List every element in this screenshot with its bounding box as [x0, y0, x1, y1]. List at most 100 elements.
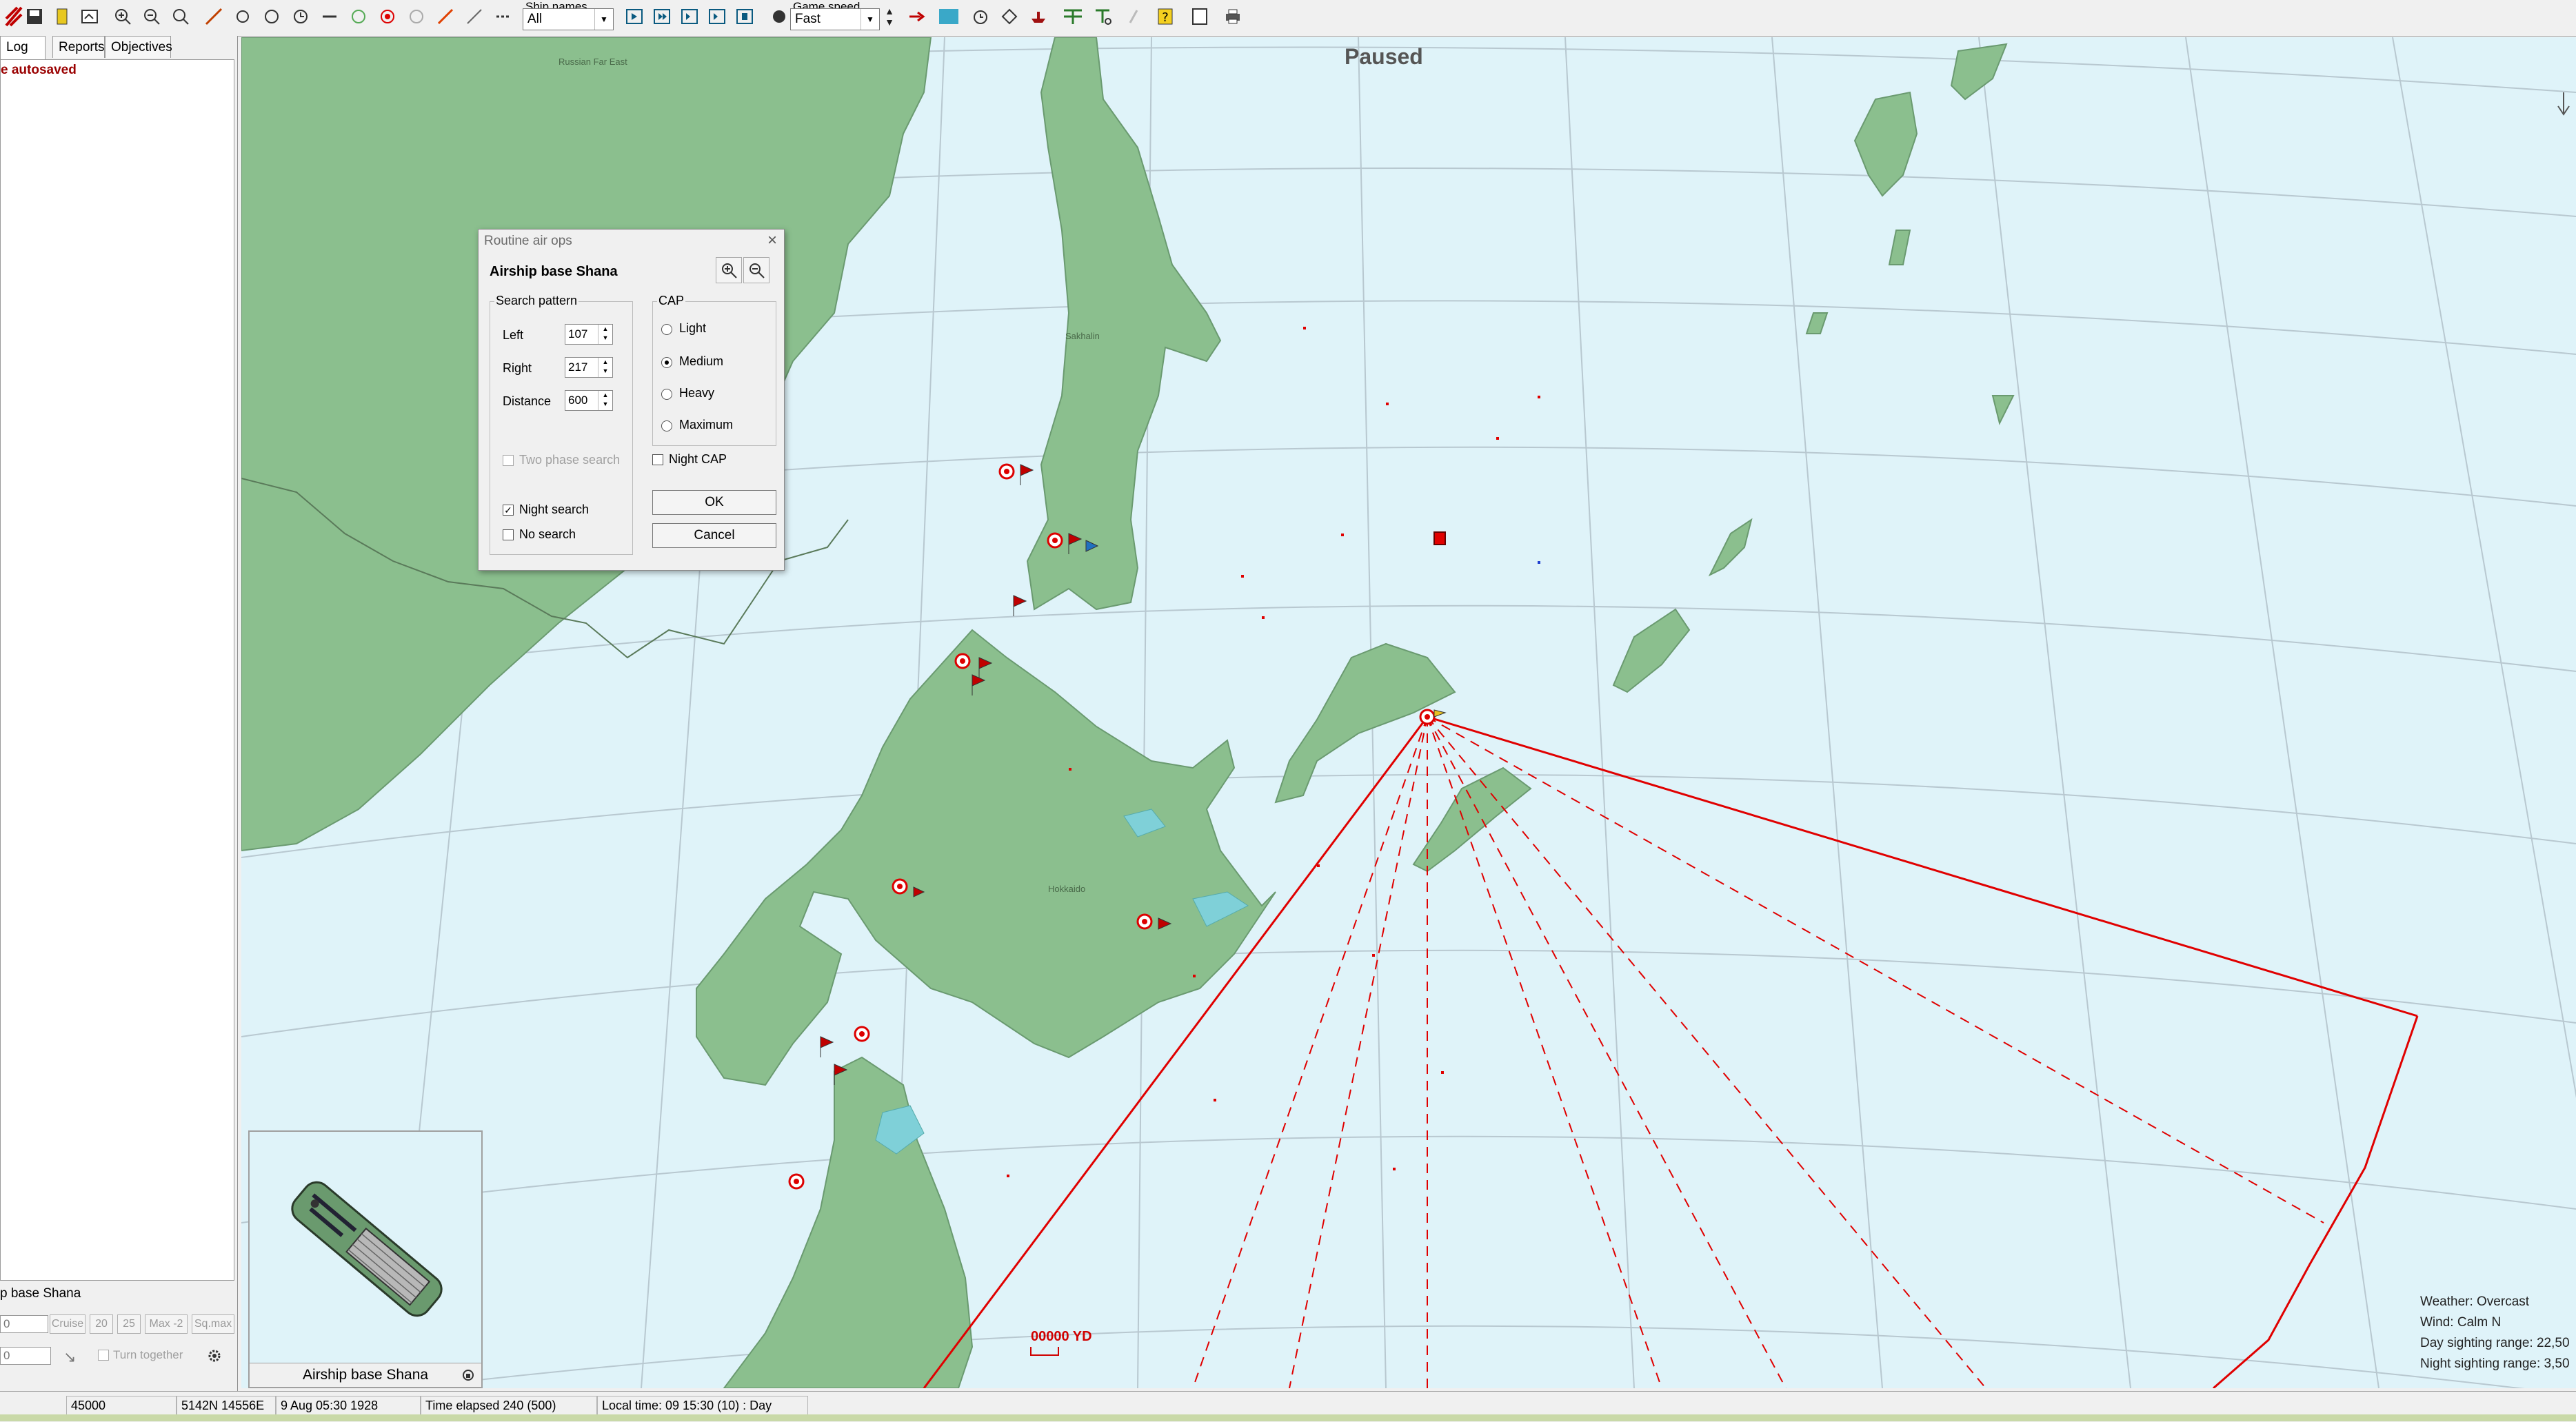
sea-view-icon[interactable] [935, 3, 963, 30]
speed-20-button[interactable]: 20 [90, 1314, 113, 1334]
zoom-out-button[interactable] [743, 257, 769, 283]
lock-icon[interactable] [459, 1366, 477, 1384]
cancel-button[interactable]: Cancel [652, 523, 776, 548]
play-4-icon[interactable] [731, 3, 758, 30]
max-speed-button[interactable]: Max -2 [145, 1314, 188, 1334]
status-date: 9 Aug 05:30 1928 [276, 1396, 421, 1415]
formation-settings-icon[interactable] [1089, 3, 1117, 30]
fleet-icon[interactable] [229, 3, 256, 30]
grey-circle-icon[interactable] [403, 3, 430, 30]
search-pattern-label: Search pattern [494, 294, 579, 308]
gear-icon[interactable] [204, 1345, 225, 1366]
tab-reports[interactable]: Reports [52, 36, 105, 58]
play-1-icon[interactable] [648, 3, 676, 30]
right-angle-input[interactable]: 217 ▲ ▼ [565, 357, 613, 378]
tab-log[interactable]: Log [0, 36, 46, 60]
save-icon[interactable] [21, 3, 48, 30]
status-elapsed: Time elapsed 240 (500) [421, 1396, 597, 1415]
printer-icon[interactable] [1219, 3, 1247, 30]
log-entry: e autosaved [1, 63, 77, 77]
weather-info: Weather: Overcast Wind: Calm N Day sight… [2420, 1292, 2570, 1374]
log-area[interactable]: e autosaved [0, 59, 234, 1281]
night-sighting-line: Night sighting range: 3,50 [2420, 1357, 2570, 1371]
clock-icon[interactable] [287, 3, 314, 30]
status-coords: 5142N 14556E [177, 1396, 276, 1415]
zoom-fit-icon[interactable] [167, 3, 194, 30]
left-angle-input[interactable]: 107 ▲ ▼ [565, 324, 613, 345]
play-2-icon[interactable] [676, 3, 703, 30]
search-pattern-group: Search pattern Left 107 ▲ ▼ Right 217 ▲ ▼ Di… [490, 294, 633, 555]
distance-input[interactable]: 600 ▲ ▼ [565, 390, 613, 411]
tab-objectives[interactable]: Objectives [105, 36, 172, 58]
dialog-title: Routine air ops [484, 234, 572, 248]
range-circle-icon[interactable] [258, 3, 285, 30]
ok-button[interactable]: OK [652, 490, 776, 515]
red-line-icon[interactable] [432, 3, 459, 30]
print-preview-icon[interactable] [76, 3, 103, 30]
ship-names-select[interactable]: All ▼ [523, 8, 614, 30]
target-icon[interactable] [374, 3, 401, 30]
game-speed-select[interactable]: Fast ▼ [790, 8, 880, 30]
dashed-line-icon[interactable] [490, 3, 517, 30]
speed-spinner-icon[interactable]: ▲ ▼ [880, 3, 899, 30]
disabled-tool-icon[interactable] [1120, 3, 1147, 30]
day-sighting-line: Day sighting range: 22,50 [2420, 1336, 2570, 1350]
night-cap-label: Night CAP [669, 452, 727, 466]
night-cap-checkbox[interactable] [652, 454, 663, 465]
chevron-down-icon: ▼ [861, 9, 879, 30]
play-step-icon[interactable] [621, 3, 648, 30]
zoom-out-icon[interactable] [138, 3, 165, 30]
game-speed-value: Fast [795, 12, 821, 26]
cap-maximum-label: Maximum [679, 418, 734, 431]
cap-heavy-label: Heavy [679, 386, 715, 400]
scale-bar [1030, 1347, 1059, 1356]
diamond-icon[interactable] [996, 3, 1023, 30]
arrow-right-icon[interactable] [903, 3, 931, 30]
speed-input[interactable]: 0 [0, 1315, 48, 1333]
speed-25-button[interactable]: 25 [117, 1314, 141, 1334]
status-value: 45000 [66, 1396, 177, 1415]
no-search-checkbox[interactable] [503, 529, 514, 540]
cap-light-radio[interactable] [661, 324, 672, 335]
night-search-checkbox[interactable]: ✓ [503, 505, 514, 516]
pen-icon[interactable] [461, 3, 488, 30]
close-icon[interactable]: × [767, 231, 777, 250]
cap-medium-label: Medium [679, 354, 724, 368]
spinner-icon[interactable]: ▲ ▼ [598, 325, 612, 344]
measure-icon[interactable] [200, 3, 228, 30]
left-label: Left [503, 328, 524, 342]
line-icon[interactable] [316, 3, 343, 30]
heading-value: 0 [3, 1349, 10, 1362]
help-icon[interactable]: ? [1151, 3, 1179, 30]
zoom-in-icon[interactable] [109, 3, 137, 30]
zoom-out-icon [749, 263, 765, 278]
right-label: Right [503, 361, 532, 375]
region-label-hokkaido: Hokkaido [1048, 884, 1085, 894]
course-icon[interactable]: ↘ [63, 1348, 76, 1366]
spinner-icon[interactable]: ▲ ▼ [598, 358, 612, 377]
sq-max-button[interactable]: Sq.max [192, 1314, 234, 1334]
green-circle-icon[interactable] [345, 3, 372, 30]
alarm-clock-icon[interactable] [967, 3, 994, 30]
two-phase-search-checkbox[interactable] [503, 455, 514, 466]
spinner-icon[interactable]: ▲ ▼ [598, 391, 612, 410]
two-phase-search-label: Two phase search [519, 453, 621, 467]
cap-medium-radio[interactable] [661, 357, 672, 368]
zoom-in-button[interactable] [716, 257, 742, 283]
report-icon[interactable] [1186, 3, 1214, 30]
night-search-label: Night search [519, 502, 590, 516]
turn-together-checkbox[interactable] [98, 1350, 109, 1361]
formation-icon[interactable] [1059, 3, 1087, 30]
cruise-button[interactable]: Cruise [50, 1314, 85, 1334]
heading-input[interactable]: 0 [0, 1347, 51, 1365]
play-3-icon[interactable] [703, 3, 731, 30]
notes-icon[interactable] [48, 3, 76, 30]
speed-value: 0 [3, 1317, 10, 1330]
turn-together-label: Turn together [113, 1348, 183, 1361]
unit-thumbnail[interactable]: Airship base Shana [248, 1130, 483, 1388]
wind-line: Wind: Calm N [2420, 1315, 2502, 1330]
cap-maximum-radio[interactable] [661, 420, 672, 431]
pause-indicator-icon[interactable] [765, 3, 793, 30]
cap-heavy-radio[interactable] [661, 389, 672, 400]
ship-icon[interactable] [1025, 3, 1052, 30]
